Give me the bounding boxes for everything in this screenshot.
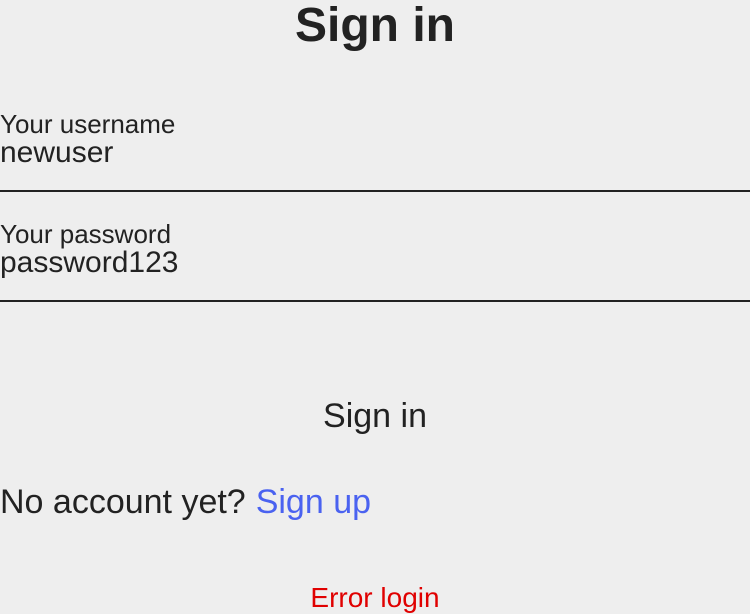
page-title: Sign in [295, 0, 455, 52]
error-message: Error login [310, 582, 440, 613]
signup-prompt-row: No account yet? Sign up [0, 478, 371, 526]
password-field: Your password [0, 219, 750, 302]
password-input[interactable] [0, 246, 740, 280]
username-label: Your username [0, 109, 176, 139]
sign-in-page: Sign in Your username Your password Sign… [0, 0, 750, 614]
sign-in-button[interactable]: Sign in [0, 390, 750, 442]
username-input[interactable] [0, 136, 740, 170]
signup-prompt-text: No account yet? [0, 483, 246, 521]
username-field: Your username [0, 109, 750, 192]
sign-up-link[interactable]: Sign up [256, 483, 371, 521]
password-label: Your password [0, 219, 172, 249]
